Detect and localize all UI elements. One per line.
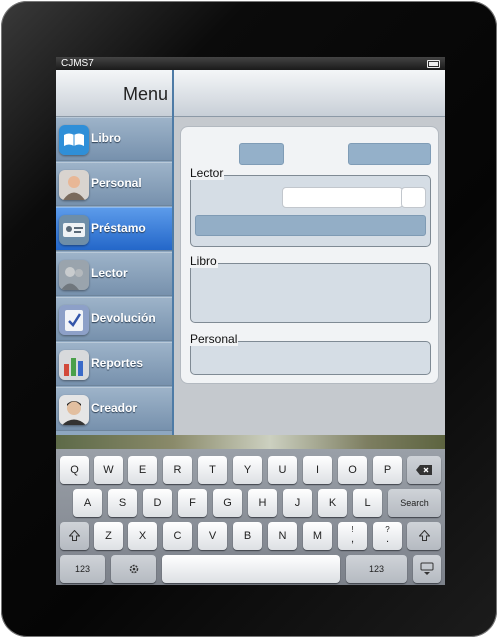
backspace-icon xyxy=(416,465,432,475)
sidebar-item-label: Lector xyxy=(91,266,128,280)
backspace-key[interactable] xyxy=(407,456,441,484)
numbers-key-right[interactable]: 123 xyxy=(346,555,407,583)
shift-icon xyxy=(68,529,81,541)
detail-pane: Lector Libro Personal xyxy=(174,117,445,435)
loan-form-card: Lector Libro Personal xyxy=(180,126,439,384)
sidebar-item-creador[interactable]: Creador xyxy=(56,387,172,431)
lector-search-button[interactable] xyxy=(401,187,426,208)
key-s[interactable]: S xyxy=(108,489,137,517)
key-l[interactable]: L xyxy=(353,489,382,517)
key-j[interactable]: J xyxy=(283,489,312,517)
search-key[interactable]: Search xyxy=(388,489,441,517)
space-key[interactable] xyxy=(162,555,340,583)
key-o[interactable]: O xyxy=(338,456,367,484)
sidebar-item-lector[interactable]: Lector xyxy=(56,252,172,296)
sidebar-item-prestamo[interactable]: Préstamo xyxy=(56,207,172,251)
key-d[interactable]: D xyxy=(143,489,172,517)
bar-chart-icon xyxy=(59,350,89,380)
creator-avatar-icon xyxy=(59,395,89,425)
key-h[interactable]: H xyxy=(248,489,277,517)
key-u[interactable]: U xyxy=(268,456,297,484)
person-icon xyxy=(59,170,89,200)
sidebar-item-label: Préstamo xyxy=(91,221,146,235)
sidebar-item-reportes[interactable]: Reportes xyxy=(56,342,172,386)
key-m[interactable]: M xyxy=(303,522,332,550)
key-question-period[interactable]: ? . xyxy=(373,522,402,550)
battery-icon xyxy=(427,60,440,68)
libro-section-label: Libro xyxy=(189,254,218,268)
settings-key[interactable] xyxy=(111,555,156,583)
reader-icon xyxy=(59,260,89,290)
book-icon xyxy=(59,125,89,155)
key-k[interactable]: K xyxy=(318,489,347,517)
lector-section-label: Lector xyxy=(189,166,225,180)
keyboard: Q W E R T Y U I O P A S D F G H J K L Se… xyxy=(56,449,445,585)
id-card-icon xyxy=(59,215,89,245)
return-check-icon xyxy=(59,305,89,335)
shift-right-key[interactable] xyxy=(407,522,441,550)
key-g[interactable]: G xyxy=(213,489,242,517)
key-w[interactable]: W xyxy=(94,456,123,484)
hide-keyboard-key[interactable] xyxy=(413,555,441,583)
key-v[interactable]: V xyxy=(198,522,227,550)
key-y[interactable]: Y xyxy=(233,456,262,484)
status-bar: CJMS7 xyxy=(56,57,445,70)
numbers-key-left[interactable]: 123 xyxy=(60,555,105,583)
carrier-name: CJMS7 xyxy=(61,58,94,69)
key-exclaim-comma[interactable]: ! , xyxy=(338,522,367,550)
sidebar-title: Menu xyxy=(122,84,168,104)
wallpaper-strip xyxy=(56,435,445,449)
sidebar-item-label: Creador xyxy=(91,401,138,415)
key-i[interactable]: I xyxy=(303,456,332,484)
settings-gear-icon xyxy=(129,564,138,574)
sidebar-item-label: Personal xyxy=(91,176,142,190)
sidebar-item-devolucion[interactable]: Devolución xyxy=(56,297,172,341)
lector-wide-button[interactable] xyxy=(195,215,426,236)
personal-section-label: Personal xyxy=(189,332,239,346)
key-r[interactable]: R xyxy=(163,456,192,484)
key-z[interactable]: Z xyxy=(94,522,123,550)
key-bottom-char: , xyxy=(350,533,355,545)
detail-header xyxy=(174,70,445,117)
lector-section: Lector xyxy=(189,166,431,247)
right-action-button[interactable] xyxy=(348,143,431,165)
lector-search-input[interactable] xyxy=(282,187,403,208)
sidebar-header: Menu xyxy=(56,70,172,117)
sidebar: Menu Libro Personal Préstamo Lector Devo… xyxy=(56,70,172,435)
personal-section: Personal xyxy=(189,332,431,375)
left-action-button[interactable] xyxy=(239,143,284,165)
sidebar-item-libro[interactable]: Libro xyxy=(56,117,172,161)
key-n[interactable]: N xyxy=(268,522,297,550)
key-x[interactable]: X xyxy=(128,522,157,550)
shift-icon xyxy=(417,529,431,541)
key-b[interactable]: B xyxy=(233,522,262,550)
libro-section: Libro xyxy=(189,254,431,323)
key-q[interactable]: Q xyxy=(60,456,89,484)
key-f[interactable]: F xyxy=(178,489,207,517)
sidebar-item-label: Libro xyxy=(91,131,121,145)
tablet-frame: CJMS7 Menu Libro Personal Préstamo Lecto… xyxy=(1,1,497,637)
key-p[interactable]: P xyxy=(373,456,402,484)
sidebar-item-personal[interactable]: Personal xyxy=(56,162,172,206)
sidebar-item-label: Reportes xyxy=(91,356,144,370)
key-t[interactable]: T xyxy=(198,456,227,484)
key-e[interactable]: E xyxy=(128,456,157,484)
shift-left-key[interactable] xyxy=(60,522,89,550)
sidebar-item-label: Devolución xyxy=(91,311,156,325)
key-a[interactable]: A xyxy=(73,489,102,517)
screen: CJMS7 Menu Libro Personal Préstamo Lecto… xyxy=(56,57,445,585)
hide-keyboard-icon xyxy=(420,562,434,575)
key-bottom-char: . xyxy=(385,533,390,545)
key-c[interactable]: C xyxy=(163,522,192,550)
